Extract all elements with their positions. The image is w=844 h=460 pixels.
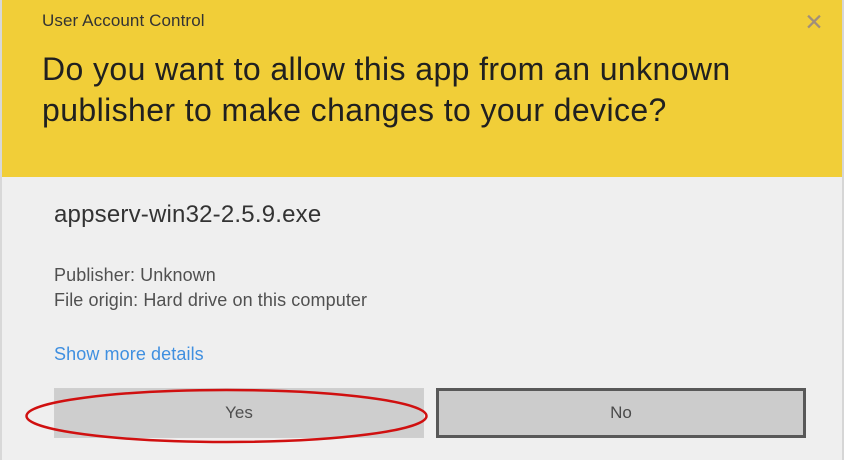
- close-button[interactable]: ✕: [802, 10, 826, 34]
- dialog-body: appserv-win32-2.5.9.exe Publisher: Unkno…: [2, 177, 842, 460]
- program-name: appserv-win32-2.5.9.exe: [54, 201, 322, 228]
- uac-dialog: User Account Control Do you want to allo…: [0, 0, 844, 460]
- dialog-button-row: Yes No: [54, 388, 806, 438]
- yes-button[interactable]: Yes: [54, 388, 424, 438]
- dialog-title: User Account Control: [42, 11, 205, 30]
- show-more-details-link[interactable]: Show more details: [54, 344, 204, 365]
- permission-question: Do you want to allow this app from an un…: [42, 51, 731, 128]
- file-origin-text: File origin: Hard drive on this computer: [54, 290, 368, 310]
- no-button[interactable]: No: [436, 388, 806, 438]
- publisher-text: Publisher: Unknown: [54, 265, 216, 285]
- close-icon: ✕: [804, 8, 824, 35]
- dialog-header: User Account Control Do you want to allo…: [2, 0, 842, 177]
